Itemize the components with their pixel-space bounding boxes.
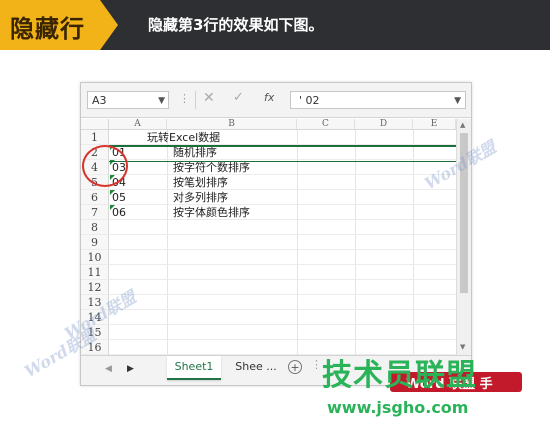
banner-arrow (100, 0, 118, 50)
hidden-row-indicator (109, 161, 456, 162)
table-row[interactable]: 15 (81, 325, 456, 340)
table-row[interactable]: 12 (81, 280, 456, 295)
divider (195, 91, 196, 109)
column-header-a[interactable]: A (109, 119, 167, 130)
cell-b[interactable]: 对多列排序 (173, 190, 228, 205)
table-row[interactable]: 6 05 对多列排序 (81, 190, 456, 205)
insert-function-button[interactable]: fx (264, 91, 274, 104)
banner-tag-text: 隐藏行 (10, 15, 85, 43)
banner-description: 隐藏第3行的效果如下图。 (148, 16, 324, 34)
table-row[interactable]: 1 玩转Excel数据 (81, 130, 456, 145)
table-row[interactable]: 11 (81, 265, 456, 280)
error-indicator-icon (110, 190, 115, 195)
scroll-up-icon[interactable]: ▲ (460, 121, 465, 129)
table-row[interactable]: 7 06 按字体颜色排序 (81, 205, 456, 220)
row-header[interactable]: 1 (81, 130, 109, 145)
cell-b[interactable]: 随机排序 (173, 145, 217, 160)
name-box-value: A3 (92, 94, 107, 107)
cell-b[interactable]: 按字体颜色排序 (173, 205, 250, 220)
watermark-brand: 技术员联盟 (322, 358, 477, 393)
more-icon: ⋮ (179, 92, 190, 105)
watermark-url: www.jsgho.com (327, 398, 469, 417)
selection-border (109, 145, 456, 147)
cancel-icon[interactable]: ✕ (203, 90, 215, 106)
table-row[interactable]: 8 (81, 220, 456, 235)
table-row[interactable]: 14 (81, 310, 456, 325)
tab-next-icon[interactable]: ▶ (127, 364, 134, 374)
row-header[interactable]: 7 (81, 205, 109, 220)
row-header[interactable]: 12 (81, 280, 109, 295)
name-box[interactable]: A3 ▼ (87, 91, 169, 109)
highlight-circle (82, 145, 128, 187)
column-header-b[interactable]: B (167, 119, 297, 130)
column-header-e[interactable]: E (413, 119, 456, 130)
confirm-icon[interactable]: ✓ (233, 90, 244, 105)
row-header[interactable]: 11 (81, 265, 109, 280)
row-header[interactable]: 6 (81, 190, 109, 205)
cell-b[interactable]: 按字符个数排序 (173, 160, 250, 175)
formula-input[interactable]: ' 02 ▼ (290, 91, 466, 109)
error-indicator-icon (110, 205, 115, 210)
table-row[interactable]: 4 03 按字符个数排序 (81, 160, 456, 175)
tab-sheet1[interactable]: Sheet1 (167, 356, 221, 380)
column-header-c[interactable]: C (297, 119, 355, 130)
table-row[interactable]: 10 (81, 250, 456, 265)
cell-b[interactable]: 玩转Excel数据 (147, 130, 220, 145)
chevron-down-icon[interactable]: ▼ (158, 92, 165, 110)
tab-sheet2[interactable]: Shee ... (229, 356, 283, 378)
cell-b[interactable]: 按笔划排序 (173, 175, 228, 190)
row-header[interactable]: 9 (81, 235, 109, 250)
table-row[interactable]: 9 (81, 235, 456, 250)
add-sheet-button[interactable]: + (288, 360, 302, 374)
select-all-corner[interactable] (81, 119, 109, 130)
tab-prev-icon[interactable]: ◀ (105, 364, 112, 374)
table-row[interactable]: 2 01 随机排序 (81, 145, 456, 160)
table-row[interactable]: 5 04 按笔划排序 (81, 175, 456, 190)
chevron-down-icon[interactable]: ▼ (454, 92, 461, 110)
row-header[interactable]: 8 (81, 220, 109, 235)
column-header-d[interactable]: D (355, 119, 413, 130)
row-header[interactable]: 10 (81, 250, 109, 265)
more-icon: ⋮ (311, 358, 322, 371)
spreadsheet-grid[interactable]: A B C D E 1 玩转Excel数据 2 01 随机排序 4 03 按字符个数排序 5 04… (81, 119, 471, 355)
formula-value: ' 02 (299, 94, 320, 107)
excel-window: A3 ▼ ⋮ ✕ ✓ fx ' 02 ▼ A B C D E 1 玩转Excel数… (80, 82, 472, 386)
formula-bar: A3 ▼ ⋮ ✕ ✓ fx ' 02 ▼ (81, 83, 471, 118)
